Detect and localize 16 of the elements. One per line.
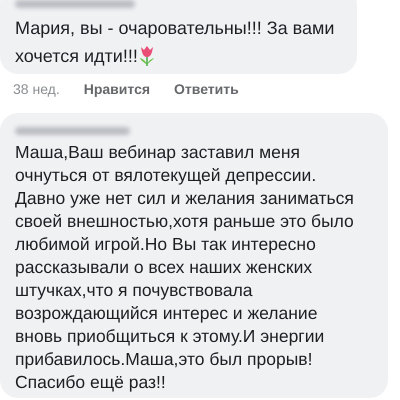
comment-text: любимой игрой.Но Вы так интересно — [15, 233, 317, 256]
comment-text: вновь приобщиться к этому.И энергии — [15, 325, 326, 348]
comment-text: штучках,что я почувствовала — [15, 279, 254, 302]
reply-link[interactable]: Ответить — [174, 81, 239, 110]
comment-text: Спасибо ещё раз!! — [15, 371, 167, 394]
comment-time: 38 нед. — [13, 81, 60, 99]
comment-text: Маша,Ваш вебинар заставил меня — [15, 141, 301, 164]
comment-text: хочется идти!!! — [15, 42, 349, 70]
comment-text: Мария, вы - очаровательны!!! За вами — [15, 17, 336, 40]
comment-text: возрождающийся интерес и желание — [15, 302, 318, 325]
comment-text: Давно уже нет сил и желания заниматься — [15, 187, 355, 210]
comment-text: очнуться от вялотекущей депрессии. — [15, 164, 318, 187]
comment-text: своей внешностью,хотя раньше это было — [15, 210, 355, 233]
like-link[interactable]: Нравится — [84, 81, 150, 110]
comment-text: рассказывали о всех наших женских — [15, 256, 314, 279]
comment-text: прибавилось.Маша,это был прорыв! — [15, 348, 314, 371]
